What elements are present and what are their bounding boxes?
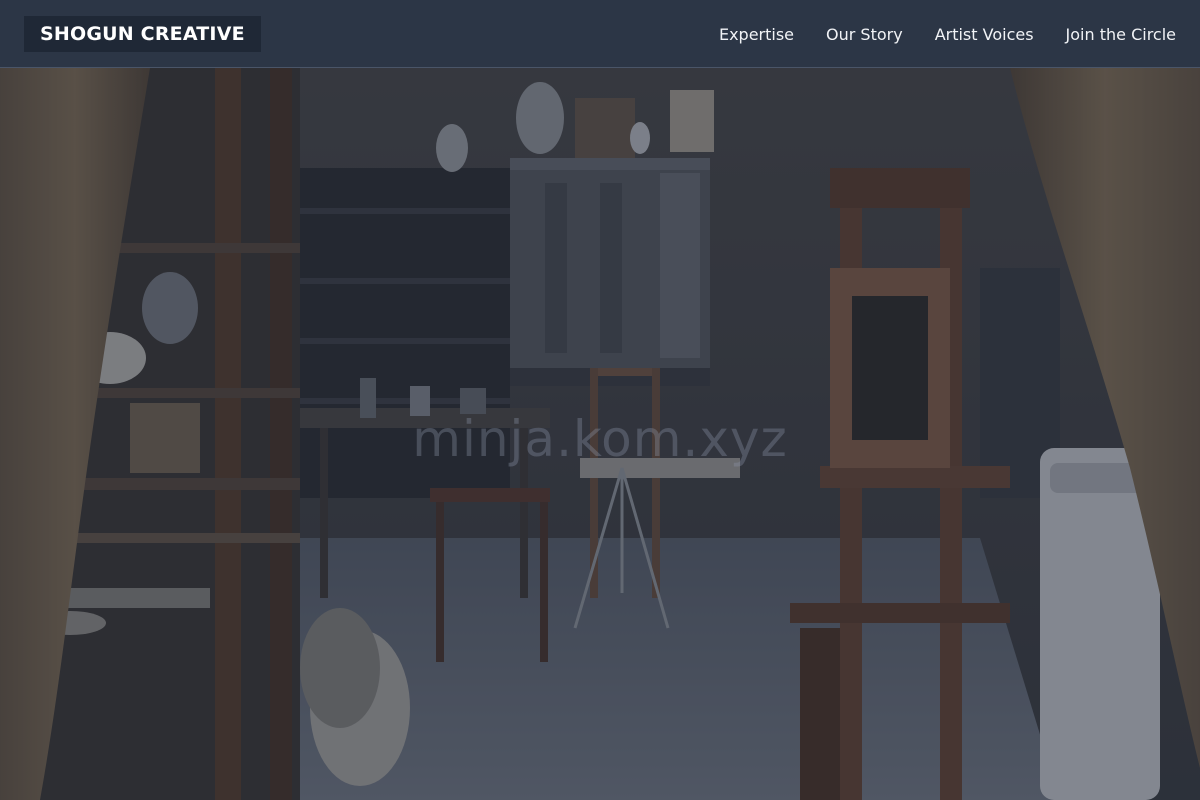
brand-logo[interactable]: SHOGUN CREATIVE	[24, 16, 261, 52]
nav-link-artist-voices[interactable]: Artist Voices	[935, 25, 1034, 44]
main-nav: Expertise Our Story Artist Voices Join t…	[719, 0, 1176, 68]
nav-link-join-the-circle[interactable]: Join the Circle	[1066, 25, 1176, 44]
nav-link-our-story[interactable]: Our Story	[826, 25, 903, 44]
top-navbar: SHOGUN CREATIVE Expertise Our Story Arti…	[0, 0, 1200, 68]
hero-section: minja.kom.xyz	[0, 68, 1200, 800]
nav-link-expertise[interactable]: Expertise	[719, 25, 794, 44]
hero-studio-image	[0, 68, 1200, 800]
